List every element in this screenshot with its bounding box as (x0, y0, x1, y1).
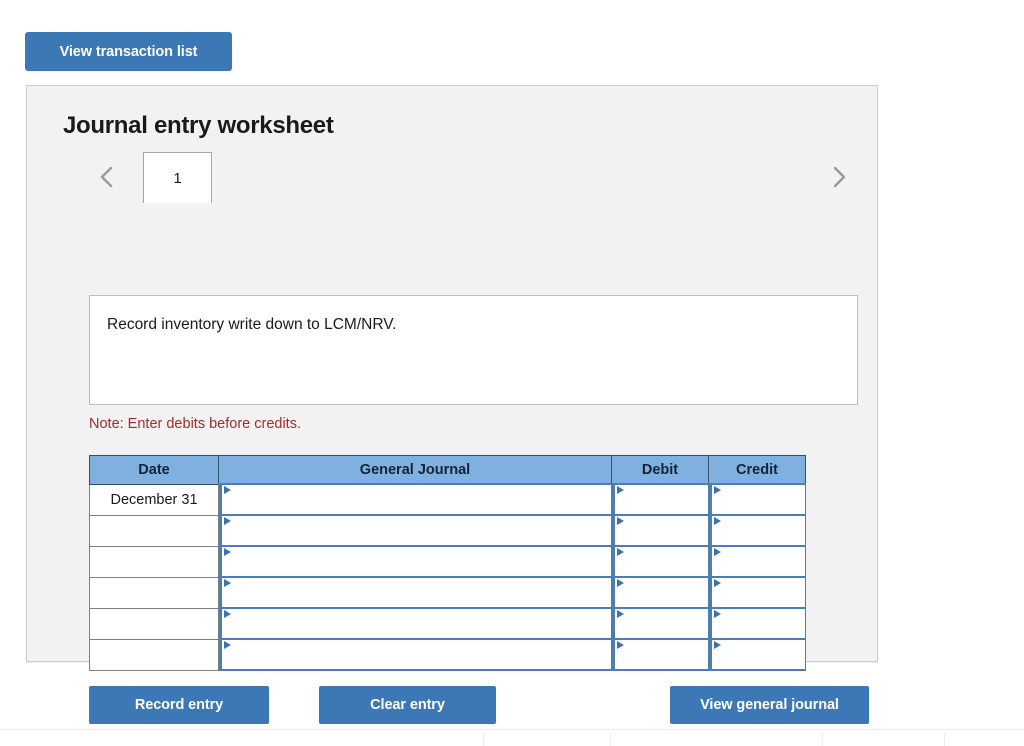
bottom-table-column-divider (822, 733, 823, 746)
date-cell[interactable] (89, 638, 219, 671)
table-row (89, 514, 806, 547)
debit-cell[interactable] (611, 638, 709, 671)
bottom-table-column-divider (483, 733, 484, 746)
column-header-general-journal: General Journal (218, 455, 612, 485)
table-row (89, 576, 806, 609)
table-row (89, 607, 806, 640)
cell-marker-icon (714, 548, 721, 556)
credit-cell[interactable] (708, 514, 806, 547)
instruction-box: Record inventory write down to LCM/NRV. (89, 295, 858, 405)
clear-entry-button[interactable]: Clear entry (319, 686, 496, 724)
date-cell[interactable] (89, 576, 219, 609)
credit-cell[interactable] (708, 607, 806, 640)
cell-marker-icon (714, 579, 721, 587)
chevron-left-icon[interactable] (94, 160, 120, 194)
cell-marker-icon (617, 517, 624, 525)
table-header-row: Date General Journal Debit Credit (89, 455, 806, 485)
date-cell[interactable]: December 31 (89, 483, 219, 516)
cell-marker-icon (224, 641, 231, 649)
column-header-date: Date (89, 455, 219, 485)
debit-cell[interactable] (611, 514, 709, 547)
view-transaction-list-button[interactable]: View transaction list (25, 32, 232, 71)
date-cell[interactable] (89, 545, 219, 578)
cell-marker-icon (224, 548, 231, 556)
date-cell[interactable] (89, 514, 219, 547)
bottom-table-column-divider (610, 733, 611, 746)
credit-cell[interactable] (708, 576, 806, 609)
general-journal-cell[interactable] (218, 483, 612, 516)
debits-before-credits-note: Note: Enter debits before credits. (89, 416, 301, 432)
cell-marker-icon (714, 641, 721, 649)
cell-marker-icon (617, 579, 624, 587)
cell-marker-icon (224, 517, 231, 525)
column-header-credit: Credit (708, 455, 806, 485)
column-header-debit: Debit (611, 455, 709, 485)
bottom-table-column-divider (944, 733, 945, 746)
view-general-journal-button[interactable]: View general journal (670, 686, 869, 724)
page-divider (0, 729, 1024, 730)
cell-marker-icon (224, 486, 231, 494)
table-body: December 31 (89, 483, 806, 671)
table-row (89, 545, 806, 578)
table-row: December 31 (89, 483, 806, 516)
cell-marker-icon (714, 517, 721, 525)
cell-marker-icon (617, 548, 624, 556)
cell-marker-icon (714, 486, 721, 494)
record-entry-button[interactable]: Record entry (89, 686, 269, 724)
chevron-right-icon[interactable] (826, 160, 852, 194)
credit-cell[interactable] (708, 545, 806, 578)
date-cell[interactable] (89, 607, 219, 640)
general-journal-cell[interactable] (218, 545, 612, 578)
debit-cell[interactable] (611, 545, 709, 578)
credit-cell[interactable] (708, 483, 806, 516)
cell-marker-icon (224, 579, 231, 587)
cell-marker-icon (617, 641, 624, 649)
instruction-text: Record inventory write down to LCM/NRV. (107, 316, 397, 333)
worksheet-tab-1[interactable]: 1 (143, 152, 212, 203)
cell-marker-icon (617, 486, 624, 494)
general-journal-cell[interactable] (218, 576, 612, 609)
debit-cell[interactable] (611, 607, 709, 640)
general-journal-cell[interactable] (218, 638, 612, 671)
general-journal-cell[interactable] (218, 514, 612, 547)
journal-entry-table: Date General Journal Debit Credit Decemb… (89, 455, 806, 671)
cell-marker-icon (617, 610, 624, 618)
worksheet-pager: 1 (63, 152, 846, 204)
cell-marker-icon (714, 610, 721, 618)
journal-entry-worksheet-panel: Journal entry worksheet 1 Record invento… (26, 85, 878, 724)
credit-cell[interactable] (708, 638, 806, 671)
table-row (89, 638, 806, 671)
page-title: Journal entry worksheet (63, 112, 334, 139)
debit-cell[interactable] (611, 483, 709, 516)
debit-cell[interactable] (611, 576, 709, 609)
general-journal-cell[interactable] (218, 607, 612, 640)
worksheet-tab-label: 1 (173, 169, 182, 187)
cell-marker-icon (224, 610, 231, 618)
